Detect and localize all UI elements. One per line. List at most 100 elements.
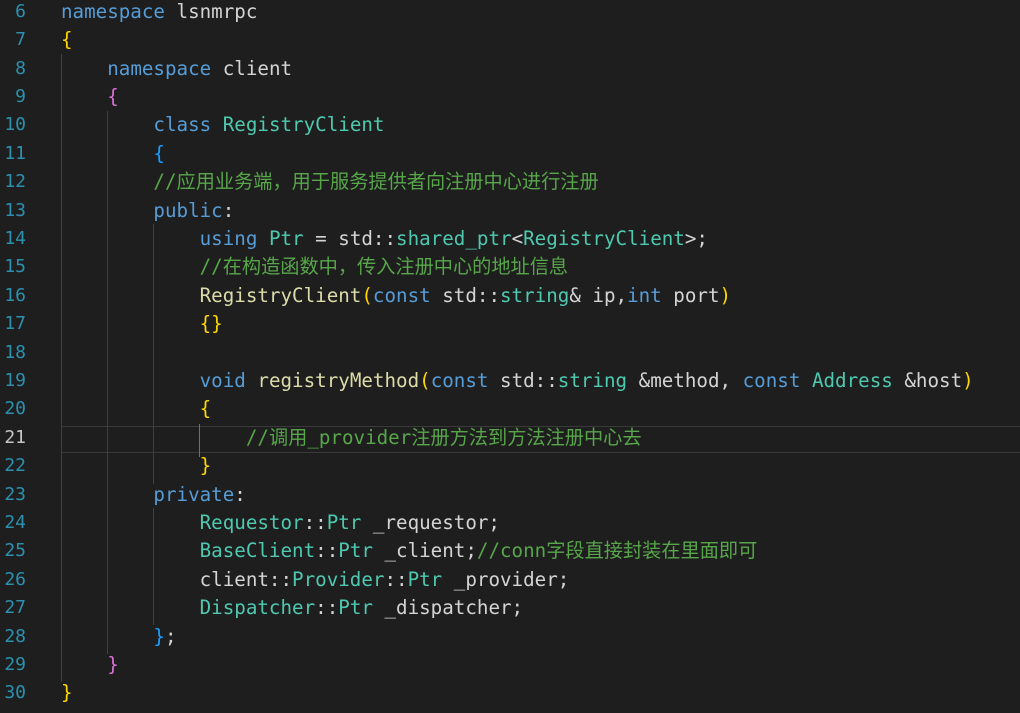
code-text[interactable]: //在构造函数中，传入注册中心的地址信息 [61,253,568,281]
line-number[interactable]: 26 [0,566,26,594]
code-text[interactable]: namespace lsnmrpc [61,0,257,26]
line-number[interactable]: 19 [0,367,26,395]
code-token: : [222,198,235,222]
line-number[interactable]: 23 [0,481,26,509]
code-line[interactable]: 12 //应用业务端，用于服务提供者向注册中心进行注册 [0,168,1020,196]
code-token: string [557,369,628,392]
code-line[interactable]: 10 class RegistryClient [0,111,1020,139]
code-text[interactable]: { [61,26,73,54]
code-text[interactable]: //应用业务端，用于服务提供者向注册中心进行注册 [61,168,599,196]
code-line[interactable]: 30} [0,679,1020,707]
code-line[interactable]: 6 namespace lsnmrpc [0,0,1020,26]
line-number[interactable]: 10 [0,111,26,139]
code-line[interactable]: 11 { [0,140,1020,168]
line-number[interactable]: 16 [0,282,26,310]
code-token: _client; [372,539,477,563]
line-number[interactable]: 27 [0,594,26,622]
line-number[interactable]: 7 [0,26,26,54]
code-line[interactable]: 29 } [0,651,1020,679]
code-line[interactable]: 16 RegistryClient(const std::string& ip,… [0,282,1020,310]
code-line[interactable]: 22 } [0,452,1020,480]
line-number[interactable]: 29 [0,651,26,679]
code-line[interactable]: 19 void registryMethod(const std::string… [0,367,1020,395]
line-number[interactable]: 30 [0,679,26,707]
code-text[interactable]: }; [61,623,176,651]
code-text[interactable]: namespace client [61,55,292,83]
line-number[interactable]: 20 [0,395,26,423]
code-token: string [500,283,570,307]
code-token: { [199,397,212,421]
code-line[interactable]: 27 Dispatcher::Ptr _dispatcher; [0,594,1020,622]
code-line[interactable]: 14 using Ptr = std::shared_ptr<RegistryC… [0,225,1020,253]
line-number[interactable]: 24 [0,509,26,537]
code-text[interactable]: client::Provider::Ptr _provider; [61,566,570,594]
code-text[interactable]: { [61,83,119,111]
code-text[interactable]: BaseClient::Ptr _client;//conn字段直接封装在里面即… [61,537,758,565]
line-number[interactable]: 28 [0,623,26,651]
line-number[interactable]: 14 [0,225,26,253]
code-token: Ptr [338,596,373,620]
line-number[interactable]: 11 [0,140,26,168]
code-text[interactable]: } [61,651,119,679]
code-line[interactable]: 7{ [0,26,1020,54]
code-line[interactable]: 24 Requestor::Ptr _requestor; [0,509,1020,537]
code-token: using [199,227,258,250]
code-token: client:: [61,567,293,591]
line-number[interactable]: 13 [0,197,26,225]
code-text[interactable]: } [61,679,73,707]
code-token: { [153,141,165,165]
code-text[interactable]: private: [61,481,245,509]
line-number[interactable]: 21 [0,424,26,452]
code-editor[interactable]: 6 namespace lsnmrpc 7{8 namespace client 9 … [0,0,1020,713]
code-text[interactable]: void registryMethod(const std::string &m… [61,367,974,395]
code-token: std:: [488,369,558,392]
code-text[interactable]: public: [61,197,234,225]
code-text[interactable]: Dispatcher::Ptr _dispatcher; [61,594,523,622]
line-number[interactable]: 17 [0,310,26,338]
code-line[interactable]: 17 {} [0,310,1020,338]
code-line[interactable]: 15 //在构造函数中，传入注册中心的地址信息 [0,253,1020,281]
code-token: //应用业务端，用于服务提供者向注册中心进行注册 [153,170,599,194]
code-token: Address [811,369,893,392]
code-token: :: [315,539,339,563]
line-number[interactable]: 15 [0,253,26,281]
code-token: std:: [338,227,397,250]
code-token: int [627,283,662,307]
code-line[interactable]: 21 //调用_provider注册方法到方法注册中心去 [0,424,1020,452]
code-line[interactable]: 9 { [0,83,1020,111]
line-number[interactable]: 25 [0,537,26,565]
code-line[interactable]: 8 namespace client [0,55,1020,83]
line-number[interactable]: 12 [0,168,26,196]
code-token: //在构造函数中，传入注册中心的地址信息 [199,255,569,279]
line-number[interactable]: 18 [0,339,26,367]
code-token: ) [719,283,732,307]
code-text[interactable]: class RegistryClient [61,111,384,139]
code-line[interactable]: 26 client::Provider::Ptr _provider; [0,566,1020,594]
code-line[interactable]: 13 public: [0,197,1020,225]
line-number[interactable]: 9 [0,83,26,111]
line-number[interactable]: 6 [0,0,26,26]
code-line[interactable]: 25 BaseClient::Ptr _client;//conn字段直接封装在… [0,537,1020,565]
code-line[interactable]: 20 { [0,395,1020,423]
code-text[interactable]: {} [61,310,223,338]
code-line[interactable]: 23 private: [0,481,1020,509]
line-number[interactable]: 22 [0,452,26,480]
code-text[interactable]: Requestor::Ptr _requestor; [61,509,500,537]
code-text[interactable]: RegistryClient(const std::string& ip,int… [61,282,731,310]
code-text[interactable]: { [61,140,165,168]
code-line[interactable]: 28 }; [0,623,1020,651]
code-token: :: [384,567,408,591]
code-text[interactable]: { [61,395,212,423]
code-token: port [661,283,720,307]
code-line[interactable]: 18 [0,339,1020,367]
code-text[interactable]: using Ptr = std::shared_ptr<RegistryClie… [61,225,708,253]
code-text[interactable]: } [61,452,212,480]
code-text[interactable]: //调用_provider注册方法到方法注册中心去 [61,424,642,452]
line-number[interactable]: 8 [0,55,26,83]
